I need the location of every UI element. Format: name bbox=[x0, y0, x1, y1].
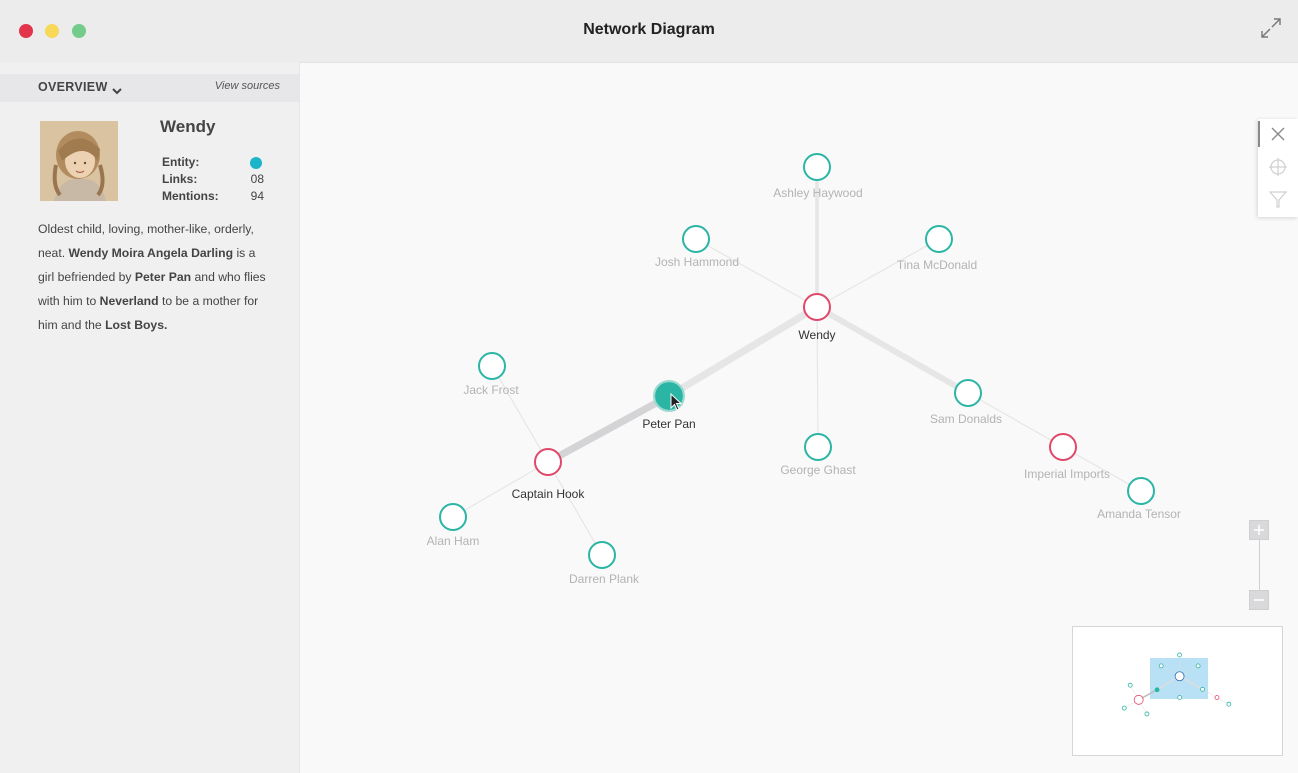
close-icon[interactable] bbox=[1268, 124, 1288, 144]
minimap-node-tina bbox=[1195, 663, 1201, 669]
mentions-label: Mentions: bbox=[162, 189, 219, 203]
node-circle-imperial[interactable] bbox=[1049, 433, 1077, 461]
plus-icon bbox=[1254, 525, 1264, 535]
minimap-node-hook bbox=[1133, 694, 1144, 705]
minimap[interactable] bbox=[1072, 626, 1283, 756]
node-sam[interactable]: Sam Donalds bbox=[930, 379, 1002, 426]
entity-description: Oldest child, loving, mother-like, order… bbox=[38, 217, 273, 337]
edge-hook-darren[interactable] bbox=[547, 461, 603, 556]
node-label-tina: Tina McDonald bbox=[897, 258, 977, 272]
node-circle-ashley[interactable] bbox=[803, 153, 831, 181]
node-circle-george[interactable] bbox=[804, 433, 832, 461]
node-circle-sam[interactable] bbox=[954, 379, 982, 407]
zoom-in-button[interactable] bbox=[1249, 520, 1269, 540]
node-label-wendy: Wendy bbox=[798, 328, 835, 342]
node-label-jack: Jack Frost bbox=[463, 383, 519, 397]
tool-selection-indicator bbox=[1258, 121, 1260, 147]
minimap-node-sam bbox=[1200, 686, 1205, 692]
crosshair-icon[interactable] bbox=[1268, 157, 1288, 177]
node-hook[interactable]: Captain Hook bbox=[512, 448, 586, 501]
node-label-sam: Sam Donalds bbox=[930, 412, 1002, 426]
node-amanda[interactable]: Amanda Tensor bbox=[1097, 477, 1181, 521]
node-tina[interactable]: Tina McDonald bbox=[897, 225, 977, 272]
edge-wendy-tina[interactable] bbox=[816, 238, 940, 308]
title-bar: Network Diagram bbox=[0, 0, 1298, 63]
links-value: 08 bbox=[250, 172, 264, 186]
node-label-imperial: Imperial Imports bbox=[1024, 467, 1110, 481]
filter-icon[interactable] bbox=[1268, 189, 1288, 209]
node-jack[interactable]: Jack Frost bbox=[463, 352, 519, 397]
node-label-amanda: Amanda Tensor bbox=[1097, 507, 1181, 521]
minus-icon bbox=[1254, 599, 1264, 601]
edge-wendy-sam[interactable] bbox=[814, 304, 971, 396]
minimap-graph[interactable] bbox=[1073, 627, 1282, 755]
minimap-node-ashley bbox=[1177, 652, 1182, 658]
node-circle-wendy[interactable] bbox=[803, 293, 831, 321]
view-sources-link[interactable]: View sources bbox=[215, 80, 280, 92]
node-label-peter: Peter Pan bbox=[642, 417, 695, 431]
minimap-node-amanda bbox=[1226, 701, 1232, 707]
entity-meta: Entity: Links: 08 Mentions: 94 bbox=[162, 155, 264, 206]
edge-wendy-peter[interactable] bbox=[665, 303, 821, 400]
node-label-josh: Josh Hammond bbox=[655, 255, 739, 269]
overview-dropdown-label[interactable]: OVERVIEW bbox=[38, 80, 108, 94]
description-bold-4: Lost Boys. bbox=[105, 318, 168, 332]
entity-name: Wendy bbox=[160, 117, 216, 136]
node-josh[interactable]: Josh Hammond bbox=[655, 225, 739, 269]
node-circle-tina[interactable] bbox=[925, 225, 953, 253]
minimap-node-wendy bbox=[1174, 671, 1185, 682]
description-bold-2: Peter Pan bbox=[134, 270, 192, 284]
node-circle-peter[interactable] bbox=[655, 382, 683, 410]
node-imperial[interactable]: Imperial Imports bbox=[1024, 433, 1110, 481]
links-row: Links: 08 bbox=[162, 172, 264, 189]
node-circle-darren[interactable] bbox=[588, 541, 616, 569]
mentions-row: Mentions: 94 bbox=[162, 189, 264, 206]
edge-wendy-josh[interactable] bbox=[695, 238, 818, 308]
node-circle-josh[interactable] bbox=[682, 225, 710, 253]
graph-toolbox bbox=[1258, 119, 1298, 217]
minimap-node-imperial bbox=[1214, 695, 1220, 700]
node-circle-jack[interactable] bbox=[478, 352, 506, 380]
node-label-george: George Ghast bbox=[780, 463, 856, 477]
window-title: Network Diagram bbox=[583, 21, 715, 38]
description-bold-3: Neverland bbox=[99, 294, 159, 308]
node-label-alan: Alan Ham bbox=[427, 534, 480, 548]
minimap-node-josh bbox=[1158, 663, 1164, 669]
minimap-node-darren bbox=[1144, 711, 1150, 717]
node-label-hook: Captain Hook bbox=[512, 487, 586, 501]
links-label: Links: bbox=[162, 172, 198, 186]
mentions-value: 94 bbox=[250, 189, 264, 203]
expand-icon[interactable] bbox=[1260, 17, 1282, 39]
node-circle-amanda[interactable] bbox=[1127, 477, 1155, 505]
entity-sidebar: OVERVIEW View sources Wendy Entity: Link… bbox=[0, 62, 300, 773]
zoom-out-button[interactable] bbox=[1249, 590, 1269, 610]
node-label-darren: Darren Plank bbox=[569, 572, 640, 586]
entity-type-label: Entity: bbox=[162, 155, 200, 169]
sidebar-header: OVERVIEW View sources bbox=[0, 74, 299, 102]
edge-hook-jack[interactable] bbox=[491, 365, 549, 463]
minimap-node-george bbox=[1177, 695, 1183, 700]
zoom-slider-track[interactable] bbox=[1259, 540, 1260, 590]
minimap-node-jack bbox=[1127, 682, 1133, 688]
minimap-node-peter bbox=[1154, 687, 1160, 693]
node-george[interactable]: George Ghast bbox=[780, 433, 856, 477]
entity-type-dot bbox=[250, 157, 262, 169]
node-darren[interactable]: Darren Plank bbox=[569, 541, 640, 586]
entity-avatar bbox=[40, 121, 118, 201]
minimap-node-alan bbox=[1121, 705, 1127, 711]
chevron-down-icon[interactable] bbox=[111, 83, 123, 95]
node-label-ashley: Ashley Haywood bbox=[773, 186, 862, 200]
description-bold-1: Wendy Moira Angela Darling bbox=[68, 246, 234, 260]
node-alan[interactable]: Alan Ham bbox=[427, 503, 480, 548]
node-circle-hook[interactable] bbox=[534, 448, 562, 476]
node-ashley[interactable]: Ashley Haywood bbox=[773, 153, 863, 200]
entity-type-row: Entity: bbox=[162, 155, 264, 172]
node-circle-alan[interactable] bbox=[439, 503, 467, 531]
